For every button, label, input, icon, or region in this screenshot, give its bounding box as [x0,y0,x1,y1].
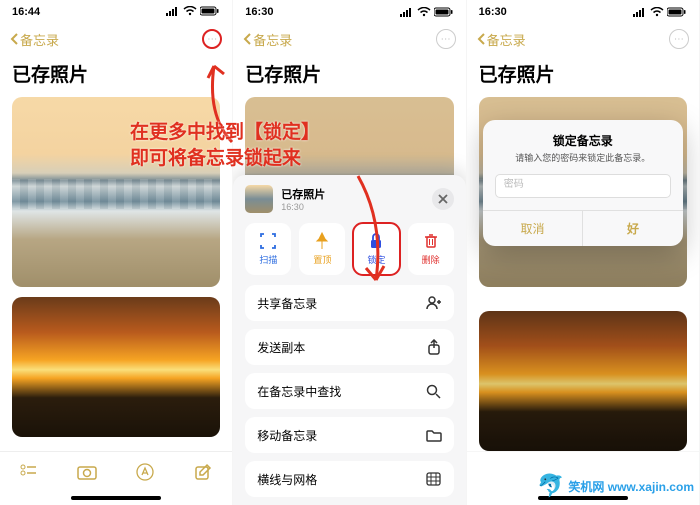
scan-icon [259,232,277,250]
pin-icon [313,232,331,250]
dialog-message: 请输入您的密码来锁定此备忘录。 [483,151,683,174]
delete-label: 删除 [422,253,440,266]
back-label: 备忘录 [20,30,59,49]
lines-grid-row[interactable]: 横线与网格 [245,461,453,497]
find-label: 在备忘录中查找 [257,383,341,400]
status-indicators [166,6,220,19]
person-add-icon [426,295,442,311]
annotation-line-2: 即可将备忘录锁起来 [130,146,370,172]
sheet-title: 已存照片 [281,186,325,202]
markup-icon[interactable] [134,461,156,483]
dialog-title: 锁定备忘录 [483,120,683,151]
share-label: 共享备忘录 [257,295,317,312]
phone-screen-1: 16:44 备忘录 ⋯ 已存照片 [0,0,233,505]
checklist-icon[interactable] [18,461,40,483]
annotation-text: 在更多中找到【锁定】 即可将备忘录锁起来 [130,120,370,171]
scan-label: 扫描 [259,253,277,266]
signal-icon [166,6,180,19]
folder-icon [426,427,442,443]
annotation-arrow-2 [348,172,388,288]
scan-button[interactable]: 扫描 [245,223,291,275]
compose-icon[interactable] [192,461,214,483]
dialog-buttons: 取消 好 [483,210,683,246]
trash-icon [422,232,440,250]
cancel-button[interactable]: 取消 [483,211,583,246]
watermark: 🐬 笑机网 www.xajin.com [537,473,694,499]
more-button[interactable]: ⋯ [202,29,222,49]
note-thumbnail [245,185,273,213]
find-row[interactable]: 在备忘录中查找 [245,373,453,409]
password-input[interactable]: 密码 [495,174,671,198]
lines-label: 横线与网格 [257,471,317,488]
battery-icon [200,6,220,19]
close-button[interactable] [432,188,454,210]
annotation-line-1: 在更多中找到【锁定】 [130,120,370,146]
ok-button[interactable]: 好 [582,211,683,246]
sheet-subtitle: 16:30 [281,202,325,212]
send-label: 发送副本 [257,339,305,356]
grid-icon [426,471,442,487]
dolphin-icon: 🐬 [537,473,564,499]
move-label: 移动备忘录 [257,427,317,444]
lock-dialog: 锁定备忘录 请输入您的密码来锁定此备忘录。 密码 取消 好 [483,120,683,246]
delete-button[interactable]: 删除 [408,223,454,275]
share-row[interactable]: 共享备忘录 [245,285,453,321]
close-icon [438,194,448,204]
search-icon [426,383,442,399]
status-bar: 16:44 [0,0,232,24]
bottom-toolbar [0,451,232,491]
move-row[interactable]: 移动备忘录 [245,417,453,453]
back-button[interactable]: 备忘录 [10,30,59,49]
phone-screen-3: 16:30 备忘录 ⋯ 已存照片 锁定备忘录 [467,0,700,505]
camera-icon[interactable] [76,461,98,483]
send-copy-row[interactable]: 发送副本 [245,329,453,365]
chevron-left-icon [10,33,18,45]
wifi-icon [183,6,197,19]
dialog-backdrop[interactable]: 锁定备忘录 请输入您的密码来锁定此备忘录。 密码 取消 好 [467,0,699,505]
pin-button[interactable]: 置顶 [299,223,345,275]
nav-bar: 备忘录 ⋯ [0,24,232,54]
status-time: 16:44 [12,6,40,18]
pin-label: 置顶 [313,253,331,266]
share-icon [426,339,442,355]
photo-sunset[interactable] [12,297,220,437]
note-title: 已存照片 [0,54,232,97]
home-indicator [0,491,232,505]
watermark-text: 笑机网 www.xajin.com [568,478,694,495]
